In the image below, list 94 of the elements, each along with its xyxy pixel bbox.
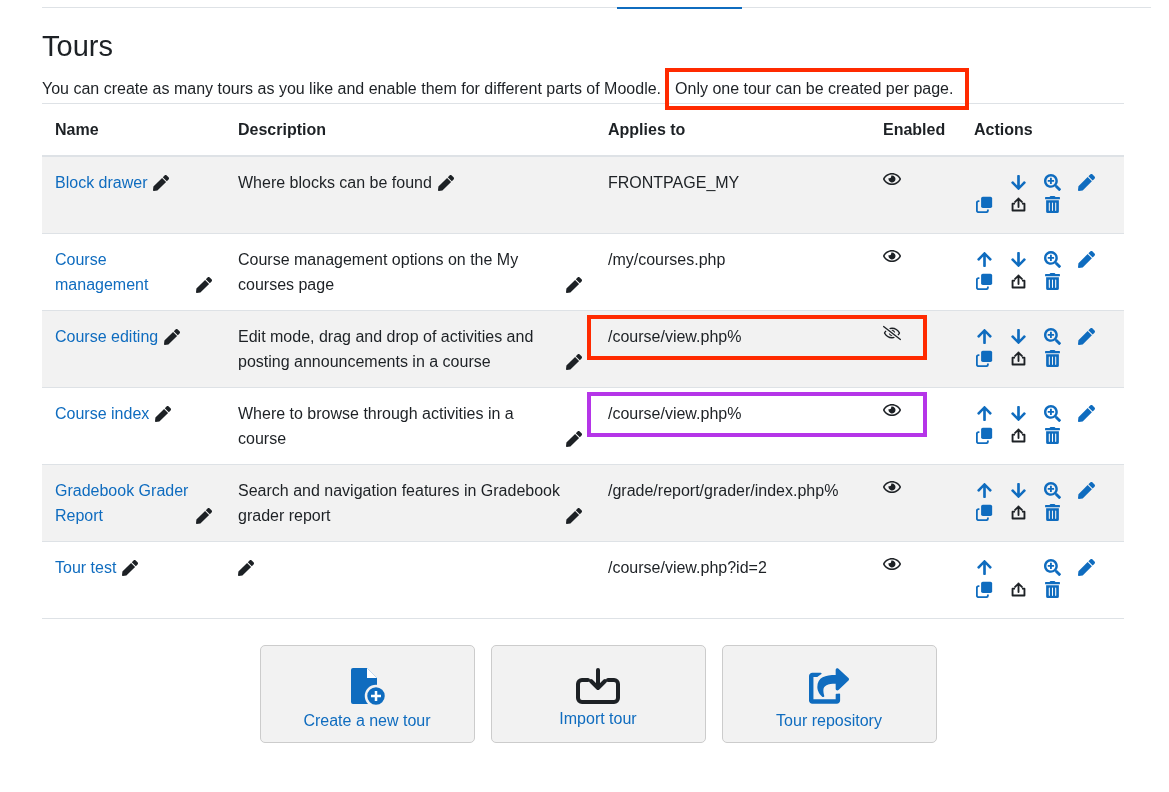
duplicate-button[interactable]: [975, 272, 993, 290]
arrow-up-icon[interactable]: [975, 558, 993, 576]
arrow-up-icon[interactable]: [975, 327, 993, 345]
arrow-down-icon[interactable]: [1009, 173, 1027, 191]
edit-icon[interactable]: [196, 507, 212, 524]
duplicate-button[interactable]: [975, 349, 993, 367]
action-button[interactable]: Tour repository: [721, 645, 937, 743]
edit-icon[interactable]: [196, 276, 212, 293]
tour-description: Where to browse through activities in a course: [238, 404, 515, 449]
delete-icon[interactable]: [1043, 426, 1061, 444]
eye-icon[interactable]: [883, 401, 901, 419]
edit-icon[interactable]: [155, 405, 172, 422]
upload-tray-icon: [1009, 195, 1027, 213]
arrow-up-icon[interactable]: [975, 481, 993, 499]
delete-icon[interactable]: [1043, 349, 1061, 367]
page-title: Tours: [42, 30, 114, 63]
arrow-down-icon[interactable]: [1009, 481, 1027, 499]
arrow-up-icon[interactable]: [975, 250, 993, 268]
edit-icon[interactable]: [566, 430, 582, 447]
duplicate-button[interactable]: [975, 195, 993, 213]
zoom-in-icon[interactable]: [1043, 250, 1061, 268]
highlighted-note: Only one tour can be created per page.: [665, 67, 970, 110]
column-header: Applies to: [607, 120, 687, 140]
edit-icon[interactable]: [164, 328, 181, 345]
duplicate-icon: [975, 349, 993, 367]
zoom-in-icon[interactable]: [1043, 327, 1061, 345]
tour-description: Where blocks can be found: [238, 173, 432, 193]
applies-to-path: /grade/report/grader/index.php%: [608, 482, 839, 499]
arrow-down-icon[interactable]: [1009, 327, 1027, 345]
eye-icon[interactable]: [883, 478, 901, 496]
duplicate-icon: [975, 195, 993, 213]
zoom-in-icon[interactable]: [1043, 481, 1061, 499]
column-header: Actions: [973, 120, 1034, 140]
tour-name-link[interactable]: Course editing: [55, 324, 159, 349]
export-button[interactable]: [1009, 580, 1027, 598]
edit-icon[interactable]: [153, 174, 170, 191]
tour-description: Course management options on the My courses page: [238, 250, 520, 295]
upload-tray-icon: [1009, 426, 1027, 444]
column-header: Description: [237, 120, 327, 140]
upload-tray-icon: [1009, 349, 1027, 367]
tour-description: Edit mode, drag and drop of activities and posting announcements in a course: [238, 327, 535, 372]
eye-icon[interactable]: [883, 170, 901, 188]
upload-tray-icon: [1009, 272, 1027, 290]
eye-slash-icon[interactable]: [883, 324, 901, 342]
arrow-up-icon[interactable]: [975, 404, 993, 422]
applies-to-path: /my/courses.php: [608, 251, 726, 268]
arrow-down-icon[interactable]: [1009, 404, 1027, 422]
zoom-in-icon[interactable]: [1043, 558, 1061, 576]
edit-icon[interactable]: [437, 174, 454, 191]
export-button[interactable]: [1009, 195, 1027, 213]
column-header: Name: [54, 120, 100, 140]
duplicate-button[interactable]: [975, 580, 993, 598]
share-icon: [809, 665, 849, 706]
tour-name-link[interactable]: Block drawer: [55, 170, 148, 195]
duplicate-icon: [975, 426, 993, 444]
tour-name-link[interactable]: Course index: [55, 401, 150, 426]
tour-name-link[interactable]: Gradebook Grader Report: [55, 478, 190, 528]
export-button[interactable]: [1009, 272, 1027, 290]
action-button[interactable]: Import tour: [490, 645, 706, 743]
delete-icon[interactable]: [1043, 503, 1061, 521]
arrow-down-icon[interactable]: [1009, 250, 1027, 268]
duplicate-button[interactable]: [975, 503, 993, 521]
upload-tray-icon: [1009, 503, 1027, 521]
applies-to-path: FRONTPAGE_MY: [608, 174, 740, 191]
export-button[interactable]: [1009, 349, 1027, 367]
edit-icon[interactable]: [566, 507, 582, 524]
tour-name-link[interactable]: Tour test: [55, 555, 117, 580]
eye-icon[interactable]: [883, 247, 901, 265]
duplicate-icon: [975, 503, 993, 521]
upload-tray-icon: [1009, 580, 1027, 598]
intro-text: You can create as many tours as you like and enable them for different parts of Moodle.: [42, 78, 662, 99]
applies-to-path: /course/view.php?id=2: [608, 559, 767, 576]
tour-name-link[interactable]: Course management: [55, 247, 190, 297]
zoom-in-icon[interactable]: [1043, 173, 1061, 191]
edit-icon[interactable]: [122, 559, 139, 576]
export-button[interactable]: [1009, 426, 1027, 444]
delete-icon[interactable]: [1043, 195, 1061, 213]
edit-icon[interactable]: [238, 559, 254, 576]
download-tray-icon: [575, 667, 621, 704]
applies-to-path: /course/view.php%: [608, 328, 742, 345]
column-header: Enabled: [882, 120, 947, 140]
edit-icon[interactable]: [566, 276, 582, 293]
duplicate-icon: [975, 580, 993, 598]
delete-icon[interactable]: [1043, 580, 1061, 598]
edit-icon[interactable]: [566, 353, 582, 370]
export-button[interactable]: [1009, 503, 1027, 521]
duplicate-icon: [975, 272, 993, 290]
action-button[interactable]: Create a new tour: [259, 645, 475, 743]
zoom-in-icon[interactable]: [1043, 404, 1061, 422]
delete-icon[interactable]: [1043, 272, 1061, 290]
eye-icon[interactable]: [883, 555, 901, 573]
tour-description: Search and navigation features in Gradebook grader report: [238, 481, 560, 526]
applies-to-path: /course/view.php%: [608, 405, 742, 422]
duplicate-button[interactable]: [975, 426, 993, 444]
